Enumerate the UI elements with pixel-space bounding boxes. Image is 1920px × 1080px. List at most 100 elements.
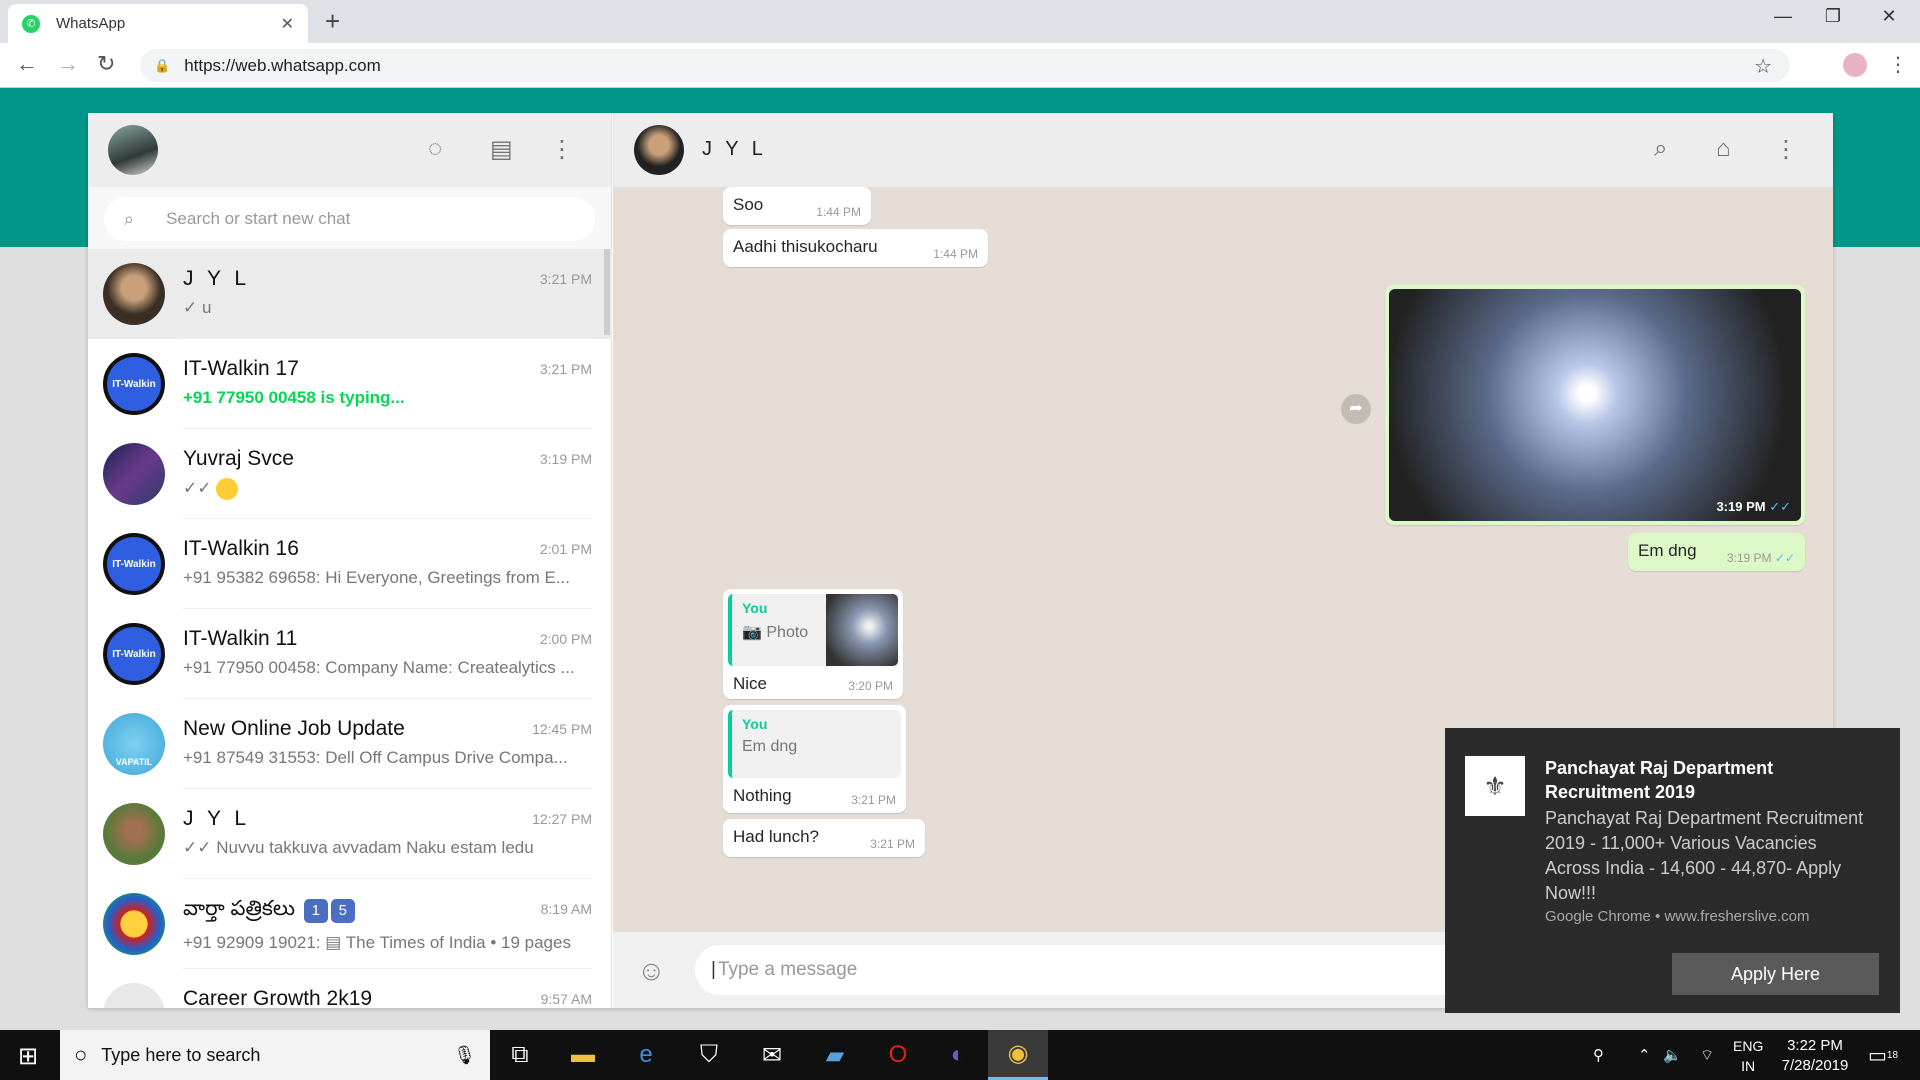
- chat-item-career-growth[interactable]: Career Growth 2k19 9:57 AM: [88, 969, 612, 1008]
- close-tab-icon[interactable]: ✕: [281, 14, 294, 34]
- chat-item-varta-patrikalu[interactable]: వార్తా పత్రికలు 15 8:19 AM +91 92909 190…: [88, 879, 612, 969]
- chat-body: IT-Walkin 17 3:21 PM +91 77950 00458 is …: [183, 339, 592, 429]
- browser-menu-icon[interactable]: ⋮: [1888, 52, 1908, 77]
- search-messages-icon[interactable]: ⌕: [1654, 135, 1667, 163]
- restore-button[interactable]: ❐: [1810, 6, 1856, 27]
- time-text: 3:19 PM: [1726, 551, 1772, 565]
- reload-button[interactable]: ↻: [97, 51, 115, 77]
- clock-time: 3:22 PM: [1787, 1037, 1843, 1054]
- contact-avatar[interactable]: [634, 125, 684, 175]
- browser-tab-whatsapp[interactable]: ✆ WhatsApp ✕: [8, 4, 308, 43]
- mail-icon[interactable]: ✉: [742, 1030, 802, 1080]
- file-explorer-icon[interactable]: ▬: [553, 1030, 613, 1080]
- back-button[interactable]: ←: [16, 51, 38, 77]
- people-icon[interactable]: ⚲: [1593, 1030, 1604, 1080]
- read-ticks-icon: ✓✓: [1774, 551, 1795, 565]
- chat-item-jyl[interactable]: J Y L 3:21 PM ✓ u: [88, 249, 612, 339]
- conversation-header: J Y L ⌕ ⌂ ⋮: [613, 113, 1833, 187]
- forward-button[interactable]: →: [57, 51, 79, 77]
- message-bubble-reply[interactable]: You Em dng Nothing 3:21 PM: [723, 705, 906, 813]
- message-bubble-reply[interactable]: You 📷 Photo Nice 3:20 PM: [723, 589, 903, 699]
- chat-preview: +91 77950 00458: Company Name: Createaly…: [183, 658, 575, 677]
- status-icon[interactable]: ◌: [428, 135, 442, 163]
- input-language[interactable]: ENG IN: [1733, 1036, 1763, 1076]
- message-bubble-incoming[interactable]: Aadhi thisukocharu 1:44 PM: [723, 229, 988, 267]
- menu-icon[interactable]: ⋮: [550, 135, 574, 164]
- chat-name: IT-Walkin 11: [183, 627, 298, 650]
- chat-preview: ✓✓ Nuvvu takkuva avvadam Naku estam ledu: [183, 838, 534, 857]
- windows-start-icon[interactable]: ⊞: [18, 1042, 38, 1071]
- conversation-menu-icon[interactable]: ⋮: [1774, 135, 1798, 164]
- chat-body: IT-Walkin 11 2:00 PM +91 77950 00458: Co…: [183, 609, 592, 699]
- my-profile-avatar[interactable]: [108, 125, 158, 175]
- wifi-icon[interactable]: ⌔: [1700, 1030, 1714, 1080]
- attach-icon[interactable]: ⌂: [1716, 135, 1731, 163]
- chat-time: 2:00 PM: [539, 631, 592, 647]
- contact-name[interactable]: J Y L: [702, 138, 767, 161]
- search-input[interactable]: ⌕ Search or start new chat: [104, 197, 595, 241]
- chat-time: 12:45 PM: [532, 721, 592, 737]
- chat-body: New Online Job Update 12:45 PM +91 87549…: [183, 699, 592, 789]
- number-emoji-badge: 5: [330, 899, 355, 923]
- message-time: 3:19 PM ✓✓: [1727, 551, 1795, 565]
- quoted-message[interactable]: You Em dng: [728, 710, 901, 778]
- task-view-icon[interactable]: ⧉: [490, 1030, 550, 1080]
- message-bubble-incoming[interactable]: Had lunch? 3:21 PM: [723, 819, 925, 857]
- chat-item-it-walkin-11[interactable]: IT-Walkin IT-Walkin 11 2:00 PM +91 77950…: [88, 609, 612, 699]
- chat-name-text: వార్తా పత్రికలు: [183, 897, 295, 920]
- search-icon: ⌕: [124, 208, 135, 229]
- chat-avatar: [103, 443, 165, 505]
- read-ticks-icon: ✓✓: [1769, 499, 1791, 514]
- address-bar[interactable]: 🔒 https://web.whatsapp.com ☆: [140, 49, 1790, 82]
- chat-avatar: IT-Walkin: [103, 533, 165, 595]
- chrome-notification[interactable]: ⚜ Panchayat Raj Department Recruitment 2…: [1445, 728, 1900, 1013]
- profile-avatar[interactable]: [1843, 53, 1867, 77]
- minimize-button[interactable]: —: [1760, 6, 1806, 27]
- close-window-button[interactable]: ✕: [1866, 6, 1912, 27]
- photo-image[interactable]: 3:19 PM ✓✓: [1389, 289, 1801, 521]
- bookmark-star-icon[interactable]: ☆: [1754, 54, 1772, 79]
- chat-name: J Y L: [183, 807, 251, 830]
- whatsapp-favicon-icon: ✆: [22, 14, 40, 33]
- edge-icon[interactable]: e: [616, 1030, 676, 1080]
- chat-avatar: [103, 893, 165, 955]
- message-time: 1:44 PM: [816, 205, 861, 219]
- chat-item-new-online-job-update[interactable]: VAPATIL New Online Job Update 12:45 PM +…: [88, 699, 612, 789]
- chat-preview: +91 87549 31553: Dell Off Campus Drive C…: [183, 748, 568, 767]
- lock-icon: 🔒: [154, 57, 171, 73]
- chat-item-it-walkin-16[interactable]: IT-Walkin IT-Walkin 16 2:01 PM +91 95382…: [88, 519, 612, 609]
- show-hidden-icons[interactable]: ⌃: [1638, 1030, 1651, 1080]
- photo-message-outgoing[interactable]: 3:19 PM ✓✓: [1385, 285, 1805, 525]
- chat-item-jyl-2[interactable]: J Y L 12:27 PM ✓✓ Nuvvu takkuva avvadam …: [88, 789, 612, 879]
- chat-time: 3:21 PM: [539, 271, 592, 287]
- typing-indicator: +91 77950 00458 is typing...: [183, 388, 405, 407]
- quoted-message[interactable]: You 📷 Photo: [728, 594, 898, 666]
- eclipse-icon[interactable]: ◐: [928, 1030, 988, 1080]
- emoji-icon[interactable]: ☺: [637, 955, 666, 987]
- new-chat-icon[interactable]: ▤: [490, 135, 513, 164]
- chat-time: 8:19 AM: [540, 901, 592, 917]
- chat-item-yuvraj-svce[interactable]: Yuvraj Svce 3:19 PM ✓✓: [88, 429, 612, 519]
- volume-icon[interactable]: 🔈: [1663, 1030, 1682, 1080]
- message-bubble-incoming[interactable]: Soo 1:44 PM: [723, 187, 871, 225]
- action-center-icon[interactable]: ▭ 18: [1868, 1030, 1898, 1080]
- taskbar-search[interactable]: ○ Type here to search 🎙: [60, 1030, 490, 1080]
- chat-list-scrollbar[interactable]: [604, 249, 610, 335]
- message-time: 3:19 PM ✓✓: [1716, 499, 1791, 515]
- taskbar-clock[interactable]: 3:22 PM 7/28/2019: [1770, 1036, 1860, 1076]
- left-header: ◌ ▤ ⋮: [88, 113, 611, 187]
- microphone-icon[interactable]: 🎙: [453, 1045, 476, 1066]
- app-icon[interactable]: ▰: [805, 1030, 865, 1080]
- opera-icon[interactable]: O: [868, 1030, 928, 1080]
- new-tab-button[interactable]: +: [325, 6, 340, 37]
- read-ticks-icon: ✓✓: [183, 478, 212, 498]
- chat-item-it-walkin-17[interactable]: IT-Walkin IT-Walkin 17 3:21 PM +91 77950…: [88, 339, 612, 429]
- chat-avatar: [103, 983, 165, 1008]
- chat-name: వార్తా పత్రికలు 15: [183, 897, 592, 926]
- apply-here-button[interactable]: Apply Here: [1672, 953, 1879, 995]
- chrome-icon[interactable]: ◉: [988, 1030, 1048, 1080]
- forward-icon[interactable]: ➦: [1341, 394, 1371, 424]
- message-bubble-outgoing[interactable]: Em dng 3:19 PM ✓✓: [1628, 533, 1805, 571]
- emblem-icon: ⚜: [1465, 756, 1525, 816]
- store-icon[interactable]: ⛉: [679, 1030, 739, 1080]
